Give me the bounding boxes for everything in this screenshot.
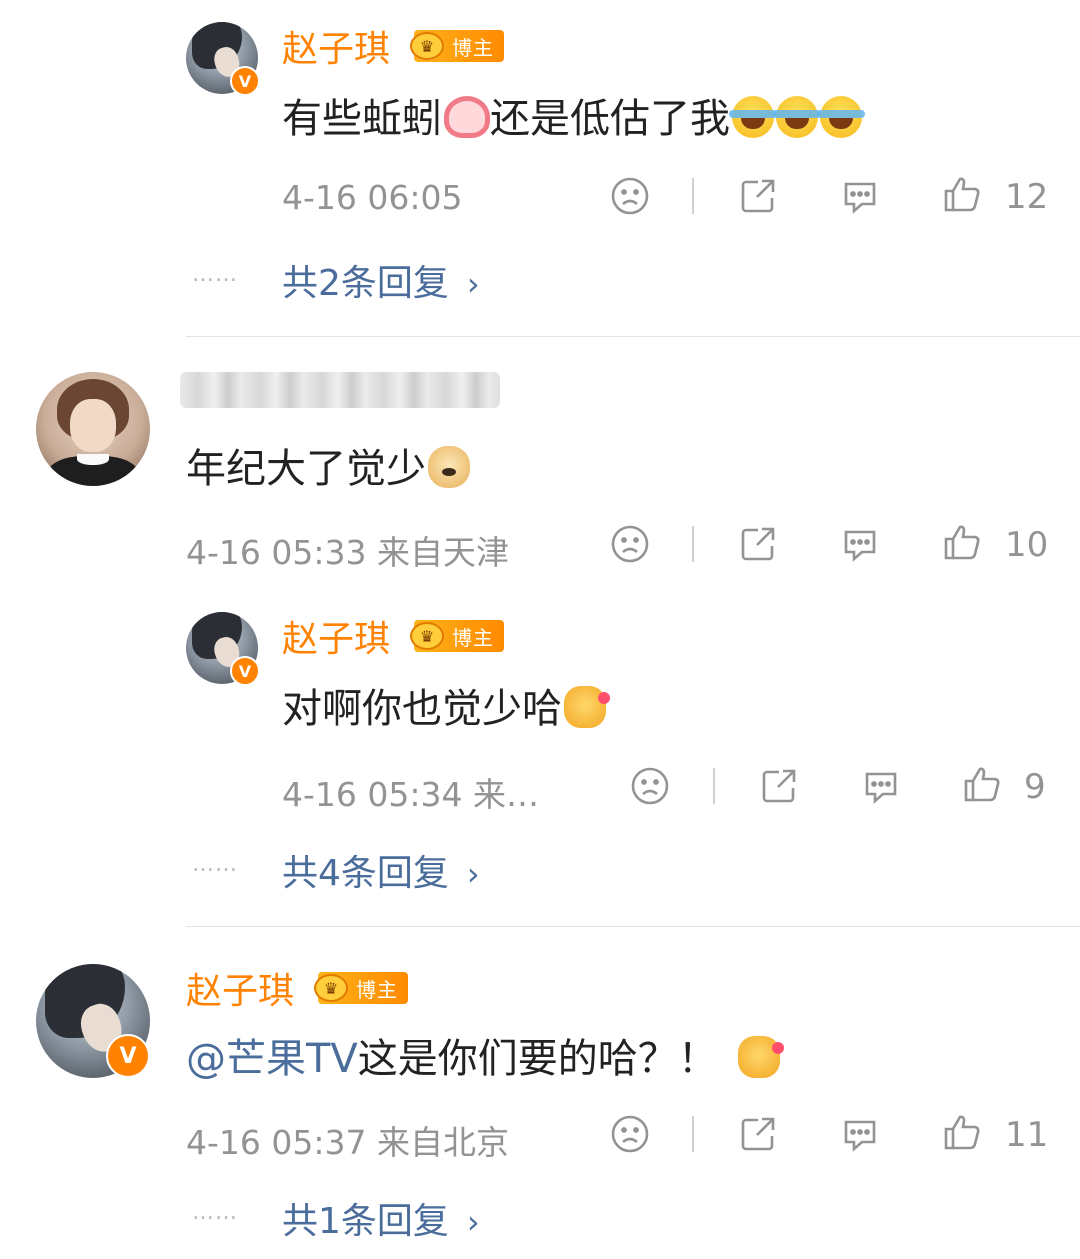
like-count: 9 <box>1024 767 1046 807</box>
like-count: 11 <box>1005 1115 1049 1155</box>
sad-face-icon[interactable] <box>630 766 670 806</box>
comment-icon[interactable] <box>840 524 880 564</box>
view-replies-link[interactable]: 共4条回复 › <box>282 844 480 896</box>
comment-text: 年纪大了觉少 <box>186 436 470 494</box>
view-replies-link[interactable]: 共1条回复 › <box>282 1192 480 1244</box>
chevron-right-icon: › <box>466 265 480 303</box>
timestamp: 4-16 05:37 来自北京 <box>186 1123 509 1162</box>
crown-icon: ♛ <box>410 622 444 650</box>
comment-icon[interactable] <box>861 766 901 806</box>
share-icon[interactable] <box>738 524 778 564</box>
divider <box>692 1116 694 1152</box>
share-icon[interactable] <box>738 1114 778 1154</box>
separator <box>186 336 1080 337</box>
love-cat-emoji <box>737 1036 784 1078</box>
blurred-username <box>180 372 500 408</box>
reply-dots: …… <box>192 852 238 877</box>
crown-icon: ♛ <box>410 32 444 60</box>
blogger-badge: ♛ 博主 <box>410 620 504 652</box>
verified-badge-icon: V <box>106 1034 150 1078</box>
chevron-right-icon: › <box>466 1203 480 1241</box>
share-icon[interactable] <box>738 176 778 216</box>
thumbs-up-icon[interactable] <box>942 174 982 214</box>
laugh-cry-emoji <box>729 96 777 138</box>
reply-dots: …… <box>192 262 238 287</box>
thumbs-up-icon[interactable] <box>942 522 982 562</box>
crown-icon: ♛ <box>314 974 348 1002</box>
comment-icon[interactable] <box>840 1114 880 1154</box>
comment-text: 对啊你也觉少哈 <box>282 676 610 734</box>
thumbs-up-icon[interactable] <box>962 764 1002 804</box>
sad-face-icon[interactable] <box>610 524 650 564</box>
comment-icon[interactable] <box>840 176 880 216</box>
username[interactable]: 赵子琪 <box>282 20 390 72</box>
divider <box>713 768 715 804</box>
timestamp: 4-16 05:33 来自天津 <box>186 533 509 572</box>
laugh-cry-emoji <box>773 96 821 138</box>
like-count: 10 <box>1005 525 1049 565</box>
comment-text: @芒果TV这是你们要的哈？！ <box>186 1026 784 1084</box>
blogger-badge: ♛ 博主 <box>410 30 504 62</box>
timestamp: 4-16 06:05 <box>282 178 463 217</box>
divider <box>692 526 694 562</box>
worm-emoji <box>444 96 490 138</box>
avatar[interactable] <box>36 372 150 486</box>
comment-text: 有些蚯蚓 还是低估了我 <box>282 86 865 144</box>
laugh-cry-emoji <box>817 96 865 138</box>
divider <box>692 178 694 214</box>
verified-badge-icon: V <box>230 656 260 686</box>
mention-link[interactable]: @芒果TV <box>186 1036 358 1082</box>
doge-emoji <box>428 446 470 488</box>
username[interactable]: 赵子琪 <box>186 962 294 1014</box>
reply-dots: …… <box>192 1200 238 1225</box>
love-cat-emoji <box>564 686 610 728</box>
sad-face-icon[interactable] <box>610 1114 650 1154</box>
like-count: 12 <box>1005 177 1049 217</box>
timestamp: 4-16 05:34 来… <box>282 775 539 814</box>
share-icon[interactable] <box>759 766 799 806</box>
chevron-right-icon: › <box>466 855 480 893</box>
thumbs-up-icon[interactable] <box>942 1112 982 1152</box>
view-replies-link[interactable]: 共2条回复 › <box>282 254 480 306</box>
blogger-badge: ♛ 博主 <box>314 972 408 1004</box>
username[interactable]: 赵子琪 <box>282 610 390 662</box>
sad-face-icon[interactable] <box>610 176 650 216</box>
separator <box>186 926 1080 927</box>
verified-badge-icon: V <box>230 66 260 96</box>
